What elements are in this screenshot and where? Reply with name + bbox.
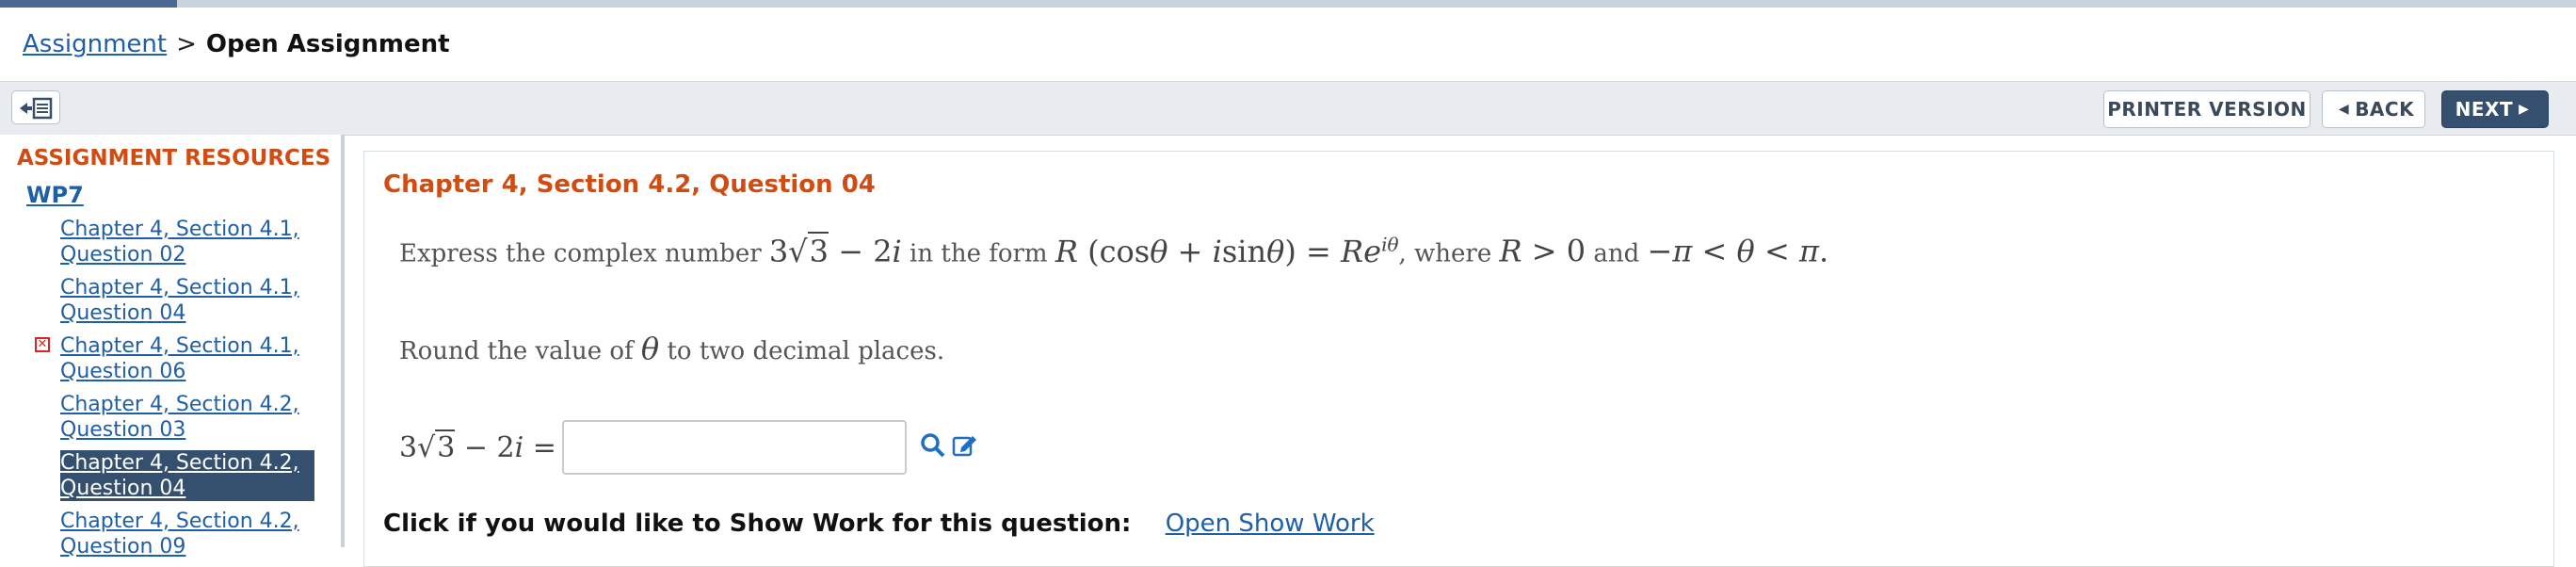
math-theta: θ xyxy=(640,331,660,366)
answer-equation-label: 3√3 − 2i = xyxy=(399,429,556,464)
prompt-text-4: and xyxy=(1593,239,1640,268)
search-icon[interactable] xyxy=(920,432,946,462)
sidebar-item-line1: Chapter 4, Section 4.1, xyxy=(60,276,299,300)
sidebar: ASSIGNMENT RESOURCES WP7 Chapter 4, Sect… xyxy=(0,135,341,559)
round-text-1: Round the value of xyxy=(399,337,634,365)
toolbar: PRINTER VERSION ◀ BACK NEXT ▶ xyxy=(0,81,2576,136)
printer-version-button[interactable]: PRINTER VERSION xyxy=(2103,90,2310,128)
answer-row: 3√3 − 2i = xyxy=(399,419,978,476)
sidebar-item-line1: Chapter 4, Section 4.2, xyxy=(60,451,299,475)
sidebar-item-line2: Question 06 xyxy=(60,360,186,383)
sidebar-item-line2: Question 04 xyxy=(60,477,186,500)
show-work-row: Click if you would like to Show Work for… xyxy=(383,510,1375,538)
sidebar-item-line1: Chapter 4, Section 4.2, xyxy=(60,510,299,533)
sidebar-item-4-2-q04[interactable]: Chapter 4, Section 4.2, Question 04 xyxy=(60,450,314,501)
prompt-text-1: Express the complex number xyxy=(399,239,762,268)
breadcrumb: Assignment > Open Assignment xyxy=(23,28,450,60)
question-title: Chapter 4, Section 4.2, Question 04 xyxy=(383,170,876,199)
edit-icon[interactable] xyxy=(952,432,978,462)
sidebar-item-line1: Chapter 4, Section 4.2, xyxy=(60,393,299,416)
breadcrumb-separator: > xyxy=(176,30,197,58)
sidebar-group-link[interactable]: WP7 xyxy=(26,182,84,208)
question-panel: Chapter 4, Section 4.2, Question 04 Expr… xyxy=(363,151,2554,567)
math-r-condition: R > 0 xyxy=(1499,233,1586,269)
breadcrumb-assignment-link[interactable]: Assignment xyxy=(23,30,167,58)
printer-version-label: PRINTER VERSION xyxy=(2107,98,2307,121)
sidebar-item-4-2-q03[interactable]: Chapter 4, Section 4.2, Question 03 xyxy=(60,392,314,443)
top-progress-bar xyxy=(0,0,2576,8)
math-theta-condition: −π < θ < π. xyxy=(1647,233,1829,269)
show-work-label: Click if you would like to Show Work for… xyxy=(383,510,1132,538)
prompt-text-2: in the form xyxy=(910,239,1048,268)
top-progress-fill xyxy=(0,0,177,8)
incorrect-x-icon: ✕ xyxy=(35,337,50,352)
round-text-2: to two decimal places. xyxy=(667,337,945,365)
sidebar-item-line2: Question 04 xyxy=(60,301,186,325)
sidebar-item-4-1-q06[interactable]: Chapter 4, Section 4.1, Question 06 xyxy=(60,333,314,384)
question-prompt: Express the complex number 3√3 − 2i in t… xyxy=(399,231,1829,269)
sidebar-resize-handle[interactable] xyxy=(341,135,345,547)
sidebar-item-4-1-q04[interactable]: Chapter 4, Section 4.1, Question 04 xyxy=(60,275,314,326)
open-show-work-link[interactable]: Open Show Work xyxy=(1166,510,1375,538)
sidebar-item-4-2-q09[interactable]: Chapter 4, Section 4.2, Question 09 xyxy=(60,509,314,559)
math-polar-form: R (cosθ + isinθ) = Reiθ xyxy=(1055,233,1399,269)
sidebar-item-line2: Question 03 xyxy=(60,418,186,442)
sidebar-item-line1: Chapter 4, Section 4.1, xyxy=(60,334,299,358)
sidebar-item-4-1-q02[interactable]: Chapter 4, Section 4.1, Question 02 xyxy=(60,217,314,267)
prompt-text-3: , where xyxy=(1398,239,1492,268)
breadcrumb-current: Open Assignment xyxy=(205,30,450,58)
next-button[interactable]: NEXT ▶ xyxy=(2441,90,2549,128)
sidebar-item-line2: Question 02 xyxy=(60,243,186,267)
sidebar-toggle-icon xyxy=(20,97,53,120)
back-label: BACK xyxy=(2355,98,2415,121)
math-complex-number: 3√3 − 2i xyxy=(768,231,902,269)
question-rounding-note: Round the value of θ to two decimal plac… xyxy=(399,331,944,366)
answer-input[interactable] xyxy=(561,420,907,475)
chevron-right-icon: ▶ xyxy=(2519,102,2530,117)
back-button[interactable]: ◀ BACK xyxy=(2322,90,2425,128)
sidebar-item-line1: Chapter 4, Section 4.1, xyxy=(60,218,299,241)
sidebar-toggle-button[interactable] xyxy=(11,90,60,124)
sidebar-title: ASSIGNMENT RESOURCES xyxy=(17,146,331,170)
next-label: NEXT xyxy=(2455,98,2514,121)
chevron-left-icon: ◀ xyxy=(2338,102,2350,117)
